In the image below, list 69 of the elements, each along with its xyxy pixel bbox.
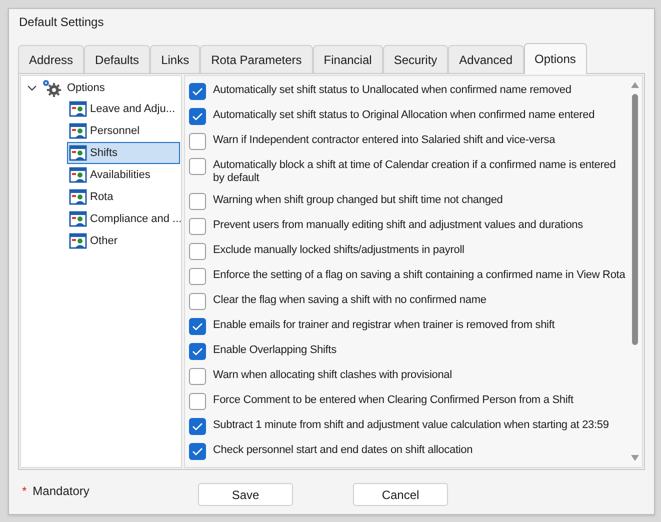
option-label: Warn if Independent contractor entered into Salaried shift and vice-versa [213,133,556,147]
option-label: Check personnel start and end dates on shift allocation [213,443,473,457]
option-label: Enable Overlapping Shifts [213,343,336,357]
checkbox[interactable] [189,133,206,150]
option-label: Automatically set shift status to Original Allocation when confirmed name entered [213,108,595,122]
option-label: Force Comment to be entered when Clearing Confirmed Person from a Shift [213,393,574,407]
gears-icon [41,79,63,97]
option-label: Warning when shift group changed but shift time not changed [213,193,503,207]
tree-item[interactable]: Rota [67,186,180,208]
option-label: Clear the flag when saving a shift with no confirmed name [213,293,486,307]
person-card-icon [69,123,87,139]
dialog-button[interactable]: Cancel [353,483,448,506]
tree-item[interactable]: Leave and Adju... [67,98,180,120]
checkbox[interactable] [189,218,206,235]
checkmark-icon [192,322,203,331]
tree-item[interactable]: Availabilities [67,164,180,186]
tab[interactable]: Advanced [448,45,524,73]
option-label: Prevent users from manually editing shift and adjustment values and durations [213,218,583,232]
tree-item[interactable]: Options [67,80,105,96]
checkbox[interactable] [189,193,206,210]
person-card-icon [69,145,87,161]
checkbox[interactable] [189,83,206,100]
tab[interactable]: Links [150,45,200,73]
checkmark-icon [192,447,203,456]
option-label: Warn when allocating shift clashes with provisional [213,368,452,382]
option-label: Enable emails for trainer and registrar when trainer is removed from shift [213,318,555,332]
option-label: Exclude manually locked shifts/adjustments in payroll [213,243,464,257]
person-card-icon [69,101,87,117]
option-label: Automatically block a shift at time of Calendar creation if a confirmed name is entered by default [213,158,617,185]
scroll-thumb[interactable] [632,94,638,345]
tab[interactable]: Rota Parameters [200,45,313,73]
person-card-icon [69,211,87,227]
tree-item[interactable]: Other [67,230,180,252]
checkmark-icon [192,347,203,356]
checkmark-icon [192,422,203,431]
checkbox[interactable] [189,243,206,260]
person-card-icon [69,189,87,205]
tab[interactable]: Address [18,45,84,73]
option-label: Enforce the setting of a flag on saving a shift containing a confirmed name in View Rota [213,268,626,282]
person-card-icon [69,233,87,249]
checkbox[interactable] [189,368,206,385]
mandatory-note: Mandatory [32,483,90,500]
checkbox[interactable] [189,293,206,310]
checkbox[interactable] [189,108,206,125]
tab[interactable]: Defaults [84,45,150,73]
tree-item[interactable]: Personnel [67,120,180,142]
required-asterisk: * [22,483,27,500]
tree-item[interactable]: Shifts [67,142,180,164]
option-label: Automatically set shift status to Unallocated when confirmed name removed [213,83,572,97]
checkbox[interactable] [189,393,206,410]
checkbox[interactable] [189,443,206,460]
checkbox[interactable] [189,268,206,285]
checkbox[interactable] [189,158,206,175]
tab[interactable]: Security [382,45,448,73]
scroll-down-icon[interactable] [631,455,639,461]
option-label: Subtract 1 minute from shift and adjustment value calculation when starting at 23:59 [213,418,609,432]
person-card-icon [69,167,87,183]
checkbox[interactable] [189,418,206,435]
tree-item[interactable]: Compliance and ... [67,208,180,230]
checkmark-icon [192,112,203,121]
tab[interactable]: Options [524,43,587,74]
checkbox[interactable] [189,318,206,335]
dialog-button[interactable]: Save [198,483,293,506]
tab[interactable]: Financial [312,45,383,73]
checkbox[interactable] [189,343,206,360]
chevron-icon[interactable] [27,83,37,93]
scroll-up-icon[interactable] [631,82,639,88]
checkmark-icon [192,87,203,96]
window-title: Default Settings [18,14,105,30]
